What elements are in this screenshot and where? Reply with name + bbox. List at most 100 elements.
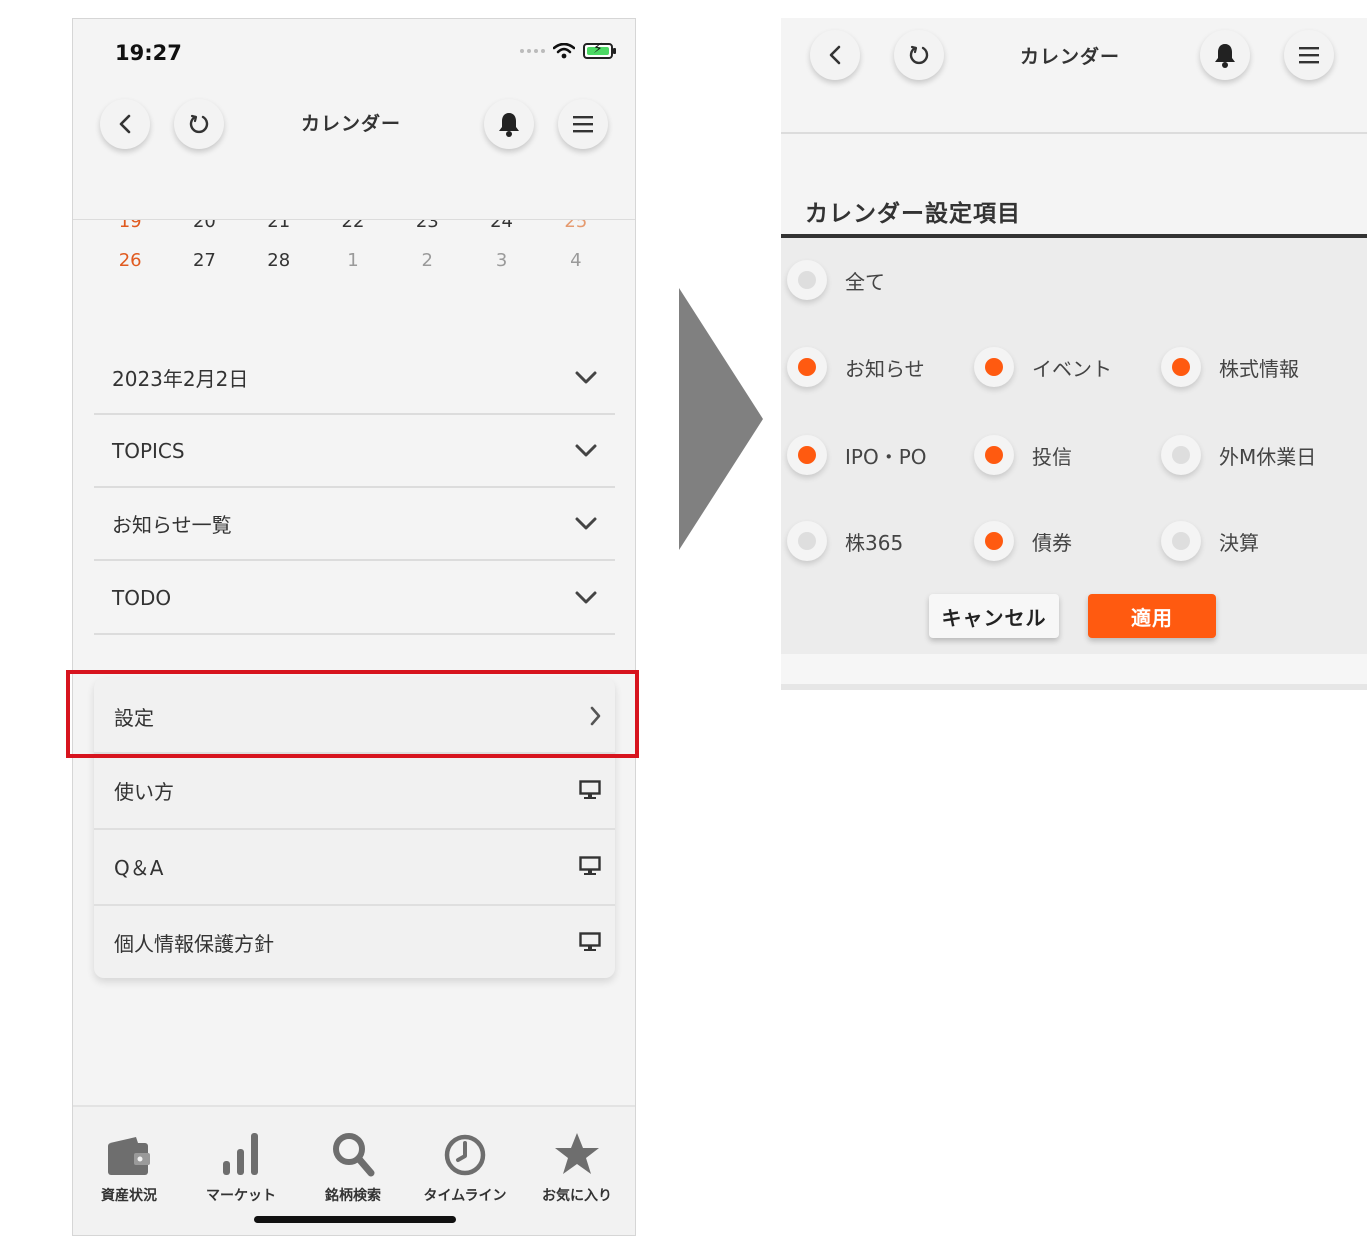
chevron-down-icon — [575, 517, 597, 529]
tab-favorites[interactable]: お気に入り — [521, 1107, 633, 1207]
refresh-button[interactable] — [174, 99, 224, 149]
radio-dot — [798, 358, 816, 376]
search-icon — [333, 1133, 375, 1177]
option-earnings[interactable]: 決算 — [1161, 521, 1259, 561]
option-all[interactable]: 全て — [787, 260, 885, 300]
arrow-right-icon — [679, 288, 763, 550]
bar-chart-icon — [223, 1133, 258, 1175]
radio-dot — [798, 271, 816, 289]
radio-button[interactable] — [787, 521, 827, 561]
calendar-day[interactable]: 2 — [390, 250, 464, 271]
radio-dot — [1172, 532, 1190, 550]
panel-header: カレンダー — [781, 18, 1367, 134]
menu-item-label: 使い方 — [114, 779, 174, 804]
radio-dot — [985, 446, 1003, 464]
hamburger-icon — [573, 116, 593, 133]
monitor-icon — [579, 780, 601, 799]
calendar-day[interactable]: 20 — [167, 220, 241, 230]
apply-button[interactable]: 適用 — [1088, 594, 1216, 638]
radio-button[interactable] — [1161, 347, 1201, 387]
radio-button[interactable] — [1161, 435, 1201, 475]
refresh-button[interactable] — [894, 30, 944, 80]
accordion-label: 2023年2月2日 — [112, 367, 249, 391]
radio-button[interactable] — [787, 435, 827, 475]
option-kabu365[interactable]: 株365 — [787, 521, 903, 561]
option-label: 決算 — [1219, 530, 1259, 555]
option-label: 株365 — [845, 530, 904, 555]
back-button[interactable] — [100, 99, 150, 149]
tab-assets[interactable]: 資産状況 — [73, 1107, 185, 1207]
calendar-day[interactable]: 19 — [93, 220, 167, 230]
menu-button[interactable] — [1284, 30, 1334, 80]
tab-market[interactable]: マーケット — [185, 1107, 297, 1207]
chevron-down-icon — [575, 371, 597, 383]
menu-item-howto[interactable]: 使い方 — [94, 752, 615, 828]
option-stock-info[interactable]: 株式情報 — [1161, 347, 1299, 387]
accordion-date[interactable]: 2023年2月2日 — [94, 342, 615, 415]
radio-dot — [1172, 358, 1190, 376]
option-events[interactable]: イベント — [974, 347, 1112, 387]
radio-dot — [1172, 446, 1190, 464]
chevron-down-icon — [575, 444, 597, 456]
star-icon — [555, 1133, 599, 1174]
tab-label: お気に入り — [542, 1188, 612, 1204]
calendar-day[interactable]: 1 — [316, 250, 390, 271]
radio-button[interactable] — [974, 435, 1014, 475]
refresh-icon — [189, 114, 209, 134]
menu-item-label: Q＆A — [114, 855, 164, 880]
calendar-day[interactable]: 21 — [242, 220, 316, 230]
monitor-icon — [579, 932, 601, 951]
calendar-day[interactable]: 4 — [539, 250, 613, 271]
option-label: イベント — [1032, 356, 1112, 381]
tab-timeline[interactable]: タイムライン — [409, 1107, 521, 1207]
calendar-day[interactable]: 28 — [242, 250, 316, 271]
wifi-icon — [553, 43, 575, 59]
option-label: 債券 — [1032, 530, 1072, 555]
radio-dot — [798, 532, 816, 550]
settings-title: カレンダー設定項目 — [805, 201, 1021, 227]
option-ipo-po[interactable]: IPO・PO — [787, 435, 927, 475]
radio-dot — [798, 446, 816, 464]
radio-button[interactable] — [787, 347, 827, 387]
tab-search[interactable]: 銘柄検索 — [297, 1107, 409, 1207]
menu-item-privacy[interactable]: 個人情報保護方針 — [94, 904, 615, 980]
radio-button[interactable] — [974, 521, 1014, 561]
back-button[interactable] — [810, 30, 860, 80]
accordion-topics[interactable]: TOPICS — [94, 415, 615, 488]
calendar-day[interactable]: 25 — [539, 220, 613, 230]
radio-button[interactable] — [1161, 521, 1201, 561]
notification-button[interactable] — [484, 99, 534, 149]
calendar-day[interactable]: 22 — [316, 220, 390, 230]
page-title: カレンダー — [301, 113, 402, 135]
accordion-label: お知らせ一覧 — [112, 513, 232, 537]
calendar-day[interactable]: 27 — [167, 250, 241, 271]
signal-icon — [520, 49, 545, 53]
monitor-icon — [579, 856, 601, 875]
chevron-left-icon — [829, 45, 841, 65]
page-title: カレンダー — [1020, 46, 1121, 68]
menu-button[interactable] — [558, 99, 608, 149]
calendar-day[interactable]: 24 — [464, 220, 538, 230]
cancel-button[interactable]: キャンセル — [929, 594, 1059, 638]
option-bonds[interactable]: 債券 — [974, 521, 1072, 561]
calendar-day[interactable]: 3 — [464, 250, 538, 271]
option-foreign-holiday[interactable]: 外M休業日 — [1161, 435, 1316, 475]
accordion-label: TODO — [112, 585, 172, 610]
menu-item-qa[interactable]: Q＆A — [94, 828, 615, 904]
option-notices[interactable]: お知らせ — [787, 347, 925, 387]
accordion-todo[interactable]: TODO — [94, 562, 615, 635]
option-funds[interactable]: 投信 — [974, 435, 1072, 475]
calendar-settings-panel: カレンダー カレンダー設定項目 全て お知らせ イベント 株式情報 IPO・PO… — [781, 18, 1367, 690]
battery-icon: ⚡ — [583, 42, 616, 59]
accordion-notices[interactable]: お知らせ一覧 — [94, 488, 615, 561]
notification-button[interactable] — [1200, 30, 1250, 80]
tab-label: タイムライン — [423, 1188, 507, 1204]
tab-label: マーケット — [206, 1188, 276, 1204]
radio-button[interactable] — [974, 347, 1014, 387]
calendar-day[interactable]: 26 — [93, 250, 167, 271]
radio-button[interactable] — [787, 260, 827, 300]
phone-screen: 19:27 ⚡ カレンダー 19 20 21 22 23 24 25 — [72, 18, 636, 1236]
bell-icon — [1215, 44, 1235, 68]
calendar-day[interactable]: 23 — [390, 220, 464, 230]
option-label: 投信 — [1032, 444, 1072, 469]
